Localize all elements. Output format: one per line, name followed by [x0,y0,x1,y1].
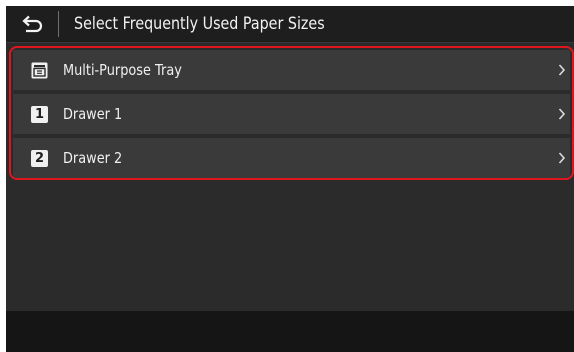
chevron-right-icon [558,108,566,120]
page-title: Select Frequently Used Paper Sizes [74,14,325,34]
chevron-right-icon [558,152,566,164]
list-item-drawer-1[interactable]: 1 Drawer 1 [13,94,570,134]
chevron-right-icon [558,64,566,76]
back-arrow-icon [22,15,43,33]
drawer-1-badge: 1 [31,106,48,123]
list-item-label: Multi-Purpose Tray [63,61,182,79]
list-item-multi-purpose-tray[interactable]: Multi-Purpose Tray [13,50,570,90]
header-divider [58,11,59,37]
list-item-label: Drawer 1 [63,105,123,123]
paper-source-list: Multi-Purpose Tray 1 Drawer 1 2 Drawer 2 [9,46,574,180]
back-button[interactable] [6,6,58,42]
title-bar: Select Frequently Used Paper Sizes [6,6,574,43]
drawer-2-badge: 2 [31,150,48,167]
list-item-label: Drawer 2 [63,149,123,167]
tray-icon [31,62,48,79]
footer-bar [6,311,574,352]
list-item-drawer-2[interactable]: 2 Drawer 2 [13,138,570,178]
printer-screen: Select Frequently Used Paper Sizes Multi… [6,6,574,352]
